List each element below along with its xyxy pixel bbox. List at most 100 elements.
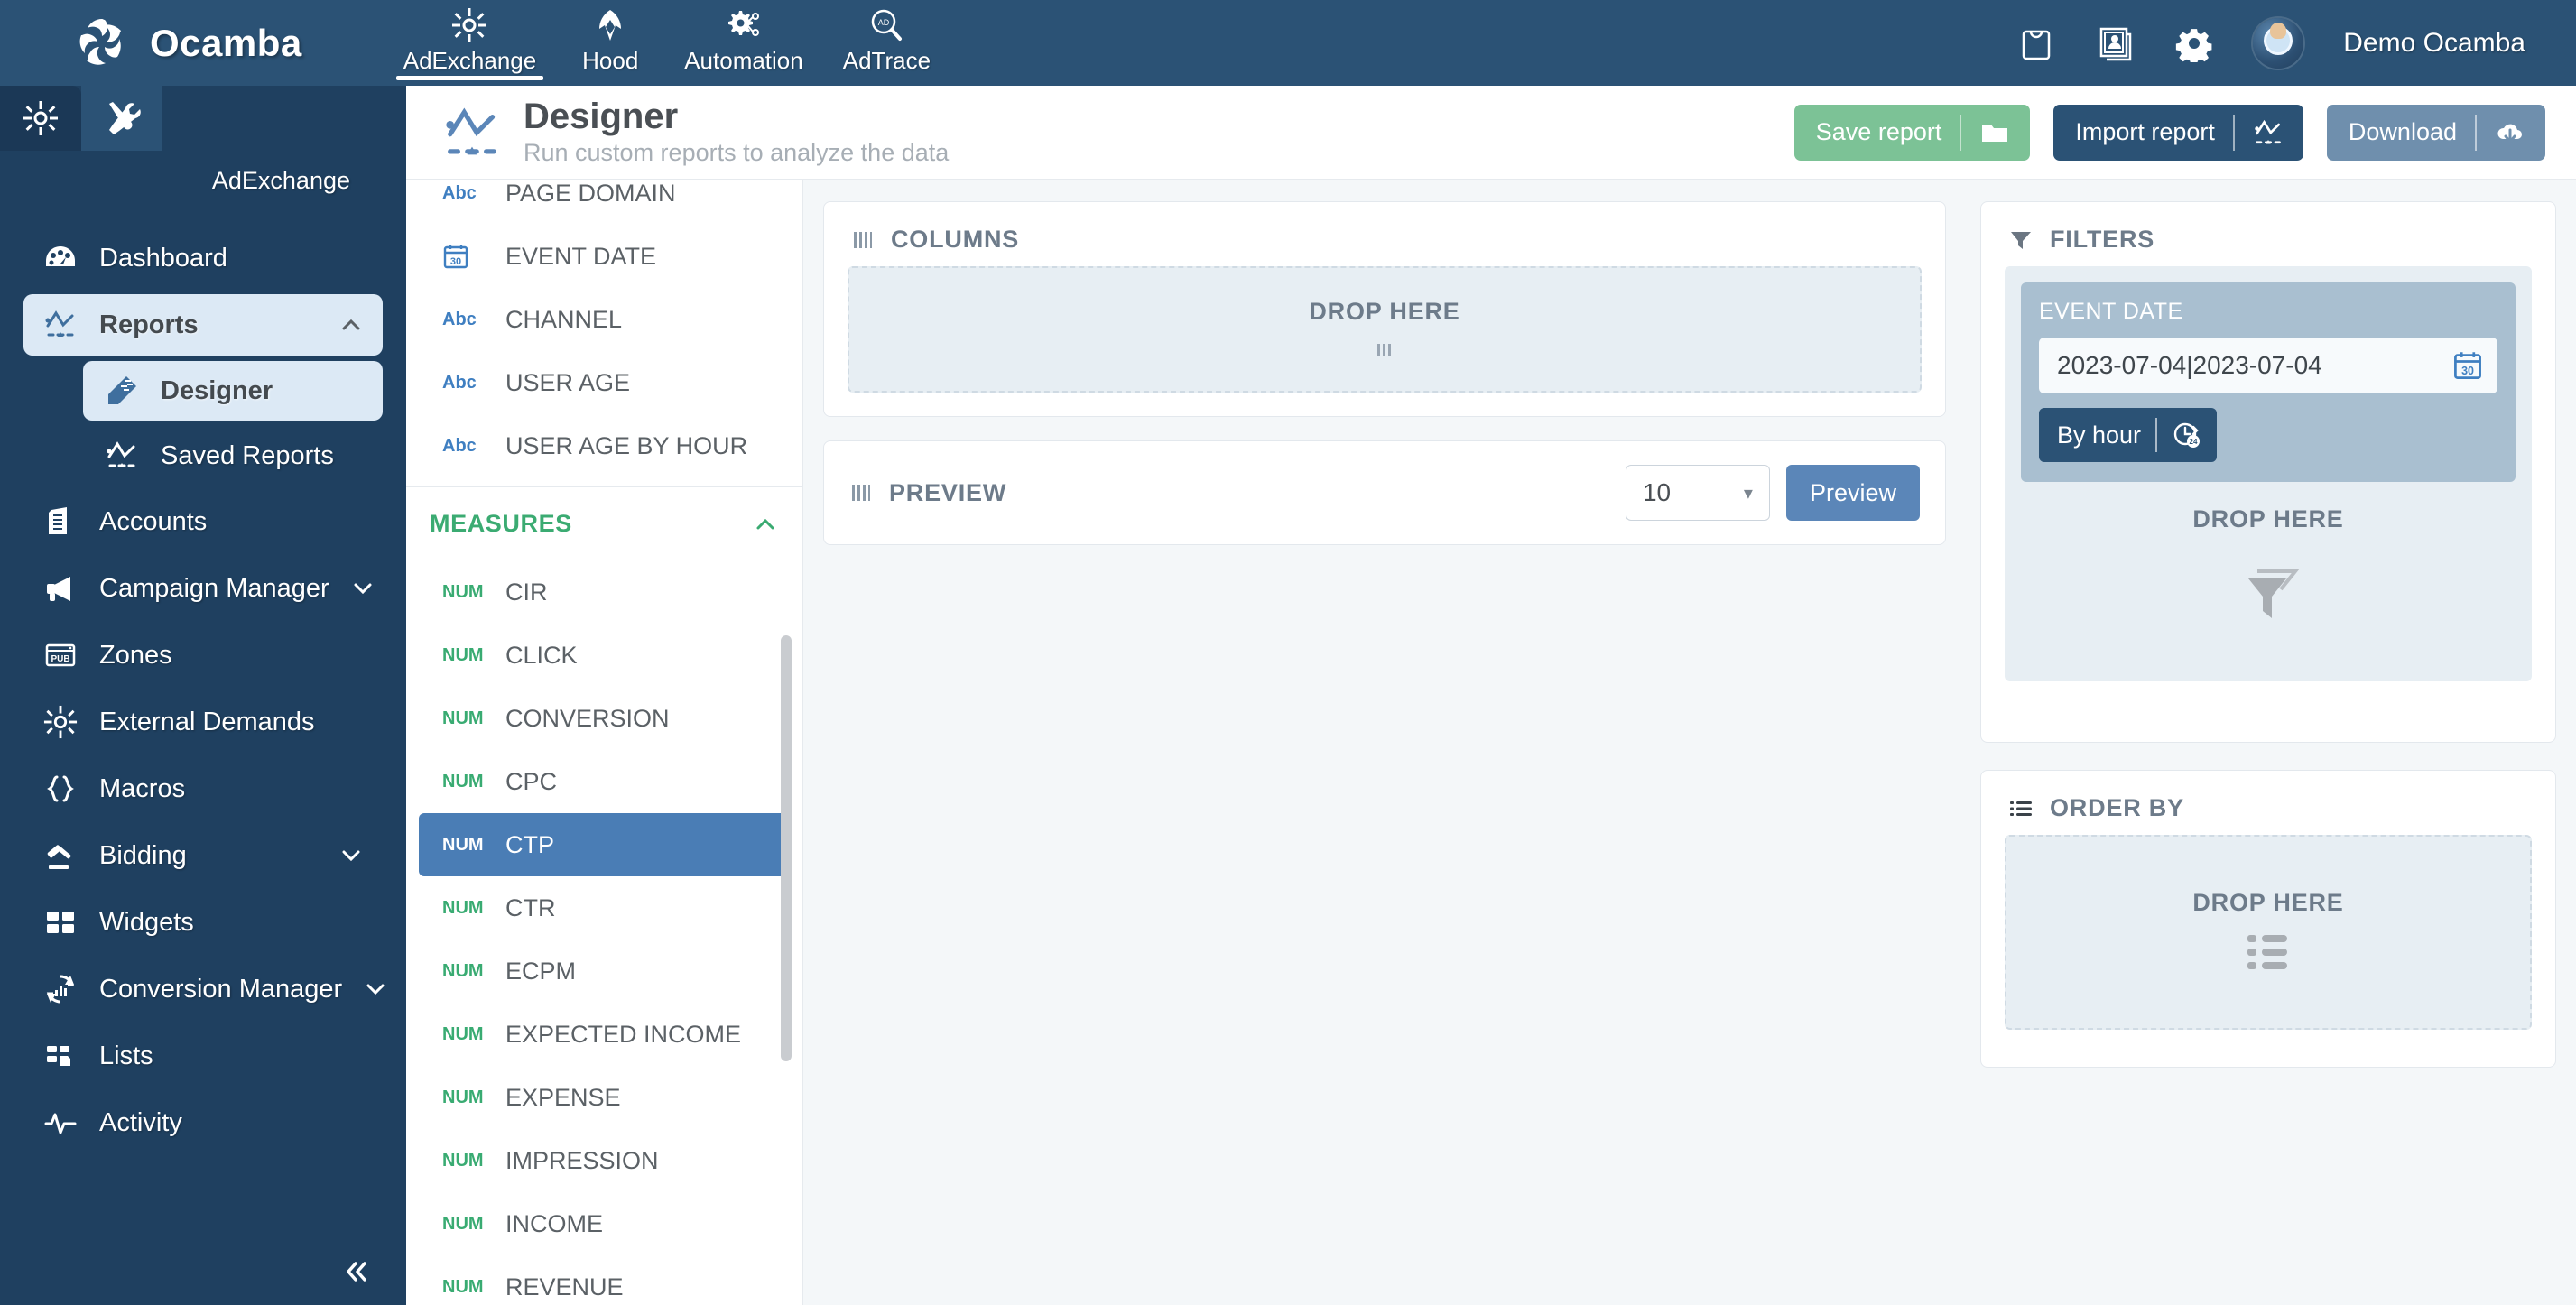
topnav-label: AdTrace	[842, 47, 931, 74]
chevron-down-icon[interactable]	[362, 976, 389, 1003]
field-type-badge: NUM	[442, 960, 484, 981]
measure-income[interactable]: NUM INCOME	[419, 1192, 790, 1255]
preview-card: PREVIEW 10 ▾ Preview	[823, 440, 1946, 545]
measures-group-header[interactable]: MEASURES	[406, 486, 802, 560]
field-user-age[interactable]: Abc USER AGE	[419, 351, 790, 414]
field-label: IMPRESSION	[505, 1146, 659, 1174]
field-type-badge: NUM	[442, 1087, 484, 1107]
sidebar-collapse-button[interactable]	[339, 1254, 374, 1289]
download-button[interactable]: Download	[2326, 104, 2545, 161]
order-by-header: ORDER BY	[1981, 771, 2555, 835]
measure-ctr[interactable]: NUM CTR	[419, 876, 790, 939]
sidebar-item-bidding[interactable]: Bidding	[23, 825, 383, 886]
import-report-button[interactable]: Import report	[2053, 104, 2303, 161]
measure-expense[interactable]: NUM EXPENSE	[419, 1066, 790, 1129]
filters-header: FILTERS	[1981, 202, 2555, 266]
sidebar-item-label: Designer	[161, 375, 273, 405]
field-label: USER AGE	[505, 368, 631, 396]
contacts-card-icon[interactable]	[2096, 23, 2136, 63]
field-label: EXPENSE	[505, 1083, 621, 1111]
tools-wrench-icon	[109, 102, 141, 134]
filter-chip-event-date[interactable]: EVENT DATE 2023-07-04|2023-07-04 30 By h…	[2021, 282, 2516, 482]
sidebar-tabs	[0, 86, 406, 151]
order-by-dropzone[interactable]: DROP HERE	[2005, 835, 2532, 1030]
measure-cir[interactable]: NUM CIR	[419, 560, 790, 624]
field-list-scrollbar[interactable]	[781, 635, 792, 1061]
sidebar-item-label: Conversion Manager	[99, 974, 343, 1004]
measure-conversion[interactable]: NUM CONVERSION	[419, 687, 790, 750]
page-header: Designer Run custom reports to analyze t…	[406, 86, 2576, 180]
measure-ecpm[interactable]: NUM ECPM	[419, 939, 790, 1003]
measure-revenue[interactable]: NUM REVENUE	[419, 1255, 790, 1305]
sidebar-item-dashboard[interactable]: Dashboard	[23, 227, 383, 289]
measure-impression[interactable]: NUM IMPRESSION	[419, 1129, 790, 1192]
sidebar-item-campaign-manager[interactable]: Campaign Manager	[23, 558, 383, 619]
chevron-down-icon[interactable]	[349, 575, 376, 602]
columns-dropzone[interactable]: DROP HERE	[848, 266, 1922, 393]
field-label: EVENT DATE	[505, 242, 657, 270]
sidebar-item-activity[interactable]: Activity	[23, 1092, 383, 1153]
sidebar-tab-adexchange[interactable]	[0, 86, 81, 151]
sidebar-item-label: Lists	[99, 1041, 153, 1070]
columns-icon	[851, 228, 875, 252]
sidebar-item-reports[interactable]: Reports	[23, 294, 383, 356]
sidebar-item-external-demands[interactable]: External Demands	[23, 691, 383, 753]
measure-ctp[interactable]: NUM CTP	[419, 813, 790, 876]
svg-text:PUB: PUB	[51, 654, 69, 664]
topnav-automation[interactable]: Automation	[664, 0, 823, 86]
columns-header: COLUMNS	[824, 202, 1945, 266]
rows-per-page-select[interactable]: 10 ▾	[1625, 465, 1770, 521]
filters-title: FILTERS	[2050, 226, 2155, 253]
sidebar-item-designer[interactable]: Designer	[83, 361, 383, 421]
granularity-by-hour-button[interactable]: By hour 24	[2039, 408, 2218, 462]
calendar-30-icon[interactable]: 30	[2452, 350, 2483, 381]
sidebar-item-lists[interactable]: Lists	[23, 1025, 383, 1087]
sidebar-tab-tools[interactable]	[81, 86, 162, 151]
shop-bag-icon[interactable]	[2016, 23, 2056, 63]
sidebar-item-label: Reports	[99, 310, 199, 339]
zones-pub-icon: PUB	[42, 638, 79, 672]
topnav-adexchange[interactable]: AdExchange	[384, 0, 556, 86]
rows-per-page-value: 10	[1642, 478, 1672, 506]
user-avatar[interactable]	[2253, 17, 2304, 69]
chevron-up-icon[interactable]	[752, 511, 779, 538]
field-event-date[interactable]: 30 EVENT DATE	[419, 225, 790, 288]
field-type-badge: NUM	[442, 708, 484, 728]
filter-chip-title: EVENT DATE	[2039, 299, 2183, 324]
svg-text:30: 30	[450, 256, 461, 267]
divider	[2155, 418, 2158, 452]
measure-cpc[interactable]: NUM CPC	[419, 750, 790, 813]
gear-icon[interactable]	[2175, 24, 2213, 62]
bidding-gavel-icon	[42, 838, 79, 873]
columns-card: COLUMNS DROP HERE	[823, 201, 1946, 417]
field-user-age-by-hour[interactable]: Abc USER AGE BY HOUR	[419, 414, 790, 477]
chevron-up-icon[interactable]	[338, 311, 365, 338]
brand[interactable]: Ocamba	[74, 15, 302, 71]
measure-expected-income[interactable]: NUM EXPECTED INCOME	[419, 1003, 790, 1066]
sidebar-item-label: Zones	[99, 640, 172, 670]
main-content: Designer Run custom reports to analyze t…	[406, 86, 2576, 1305]
sidebar-item-zones[interactable]: PUB Zones	[23, 625, 383, 686]
save-report-button[interactable]: Save report	[1793, 104, 2031, 161]
field-channel[interactable]: Abc CHANNEL	[419, 288, 790, 351]
date-range-input[interactable]: 2023-07-04|2023-07-04 30	[2039, 338, 2497, 393]
topnav-adtrace[interactable]: AD AdTrace	[823, 0, 950, 86]
filters-dropzone[interactable]: EVENT DATE 2023-07-04|2023-07-04 30 By h…	[2005, 266, 2532, 681]
sidebar-item-accounts[interactable]: Accounts	[23, 491, 383, 552]
sidebar-item-widgets[interactable]: Widgets	[23, 892, 383, 953]
sidebar-item-label: Widgets	[99, 907, 194, 937]
preview-button[interactable]: Preview	[1785, 465, 1920, 521]
sidebar-item-conversion-manager[interactable]: Conversion Manager	[23, 958, 385, 1020]
sidebar-item-saved-reports[interactable]: Saved Reports	[83, 426, 383, 486]
chevron-down-icon[interactable]	[338, 842, 365, 869]
work-area: Abc PAGE DOMAIN 30 EVENT DATE Abc CHANNE…	[406, 180, 2576, 1305]
field-list-panel: Abc PAGE DOMAIN 30 EVENT DATE Abc CHANNE…	[406, 180, 803, 1305]
preview-title: PREVIEW	[889, 478, 1007, 506]
measure-click[interactable]: NUM CLICK	[419, 624, 790, 687]
filters-drop-target[interactable]: DROP HERE	[2021, 482, 2516, 631]
field-page-domain[interactable]: Abc PAGE DOMAIN	[419, 180, 790, 225]
topnav-hood[interactable]: Hood	[556, 0, 664, 86]
sidebar-section-label: AdExchange	[211, 167, 350, 194]
sidebar-item-macros[interactable]: Macros	[23, 758, 383, 819]
save-report-label: Save report	[1815, 118, 1942, 145]
